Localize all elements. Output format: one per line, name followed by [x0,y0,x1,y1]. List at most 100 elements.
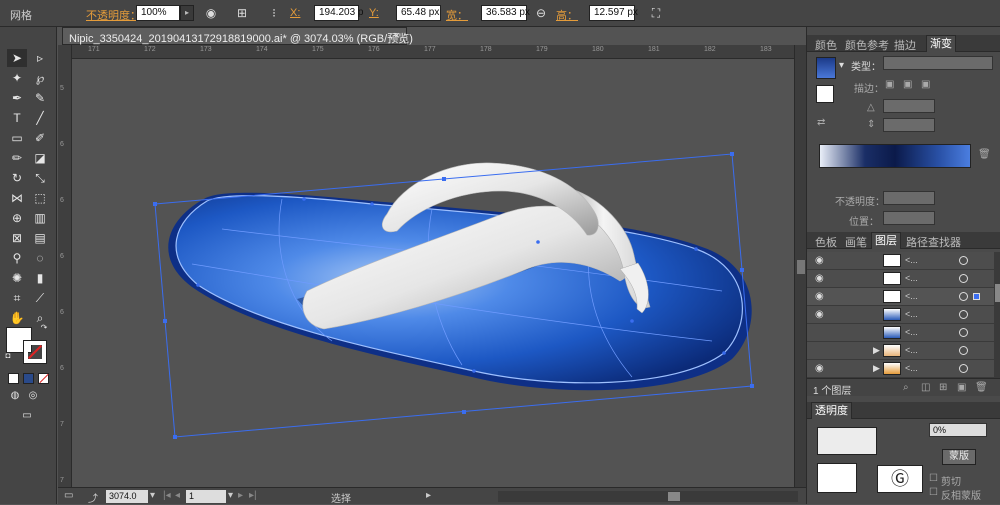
rectangle-tool-icon[interactable]: ▭ [7,129,27,147]
layer-row-selected[interactable]: ◉ <... [807,288,994,306]
clip-checkbox[interactable]: ☐ [929,473,938,484]
selection-tool-icon[interactable]: ➤ [7,49,27,67]
prev-artboard-icon[interactable]: ◂ [175,490,180,501]
tab-transparency[interactable]: 透明度 [811,402,852,419]
tab-color-guide[interactable]: 颜色参考 [845,37,889,53]
target-circle-icon[interactable] [959,364,968,373]
layers-scrollbar[interactable] [994,252,1000,378]
document-status-icon[interactable]: ▭ [64,490,73,501]
visibility-eye-icon[interactable]: ◉ [815,255,824,266]
gradient-tool-icon[interactable]: ▤ [30,229,50,247]
pencil-tool-icon[interactable]: ✏ [7,149,27,167]
expand-arrow-icon[interactable]: ▶ [873,345,880,356]
link-proportions-icon[interactable]: ⊖ [533,6,549,20]
delete-layer-icon[interactable]: 🗑 [975,382,988,393]
target-circle-icon[interactable] [959,274,968,283]
blend-tool-icon[interactable]: ◌ [30,249,50,267]
tab-layers[interactable]: 图层 [871,232,901,249]
target-circle-icon[interactable] [959,328,968,337]
stroke-along-icon[interactable]: ▣ [903,79,912,90]
opacity-dropdown[interactable]: ▸ [180,5,194,21]
target-circle-icon[interactable] [959,310,968,319]
vertical-scrollbar[interactable] [794,45,806,487]
paintbrush-tool-icon[interactable]: ✐ [30,129,50,147]
layers-scroll-thumb[interactable] [995,284,1000,302]
recolor-icon[interactable]: ◉ [203,6,219,20]
column-graph-tool-icon[interactable]: ▮ [30,269,50,287]
magic-wand-tool-icon[interactable]: ✦ [7,69,27,87]
target-circle-icon[interactable] [959,292,968,301]
layer-row[interactable]: ◉ <... [807,270,994,288]
horizontal-scroll-thumb[interactable] [668,492,680,501]
transform-icon[interactable]: ⛶ [648,6,664,20]
tab-gradient[interactable]: 渐变 [926,35,956,52]
x-input[interactable]: 194.203 p [314,5,364,21]
layer-row[interactable]: ◉ ▶ <... [807,360,994,378]
width-tool-icon[interactable]: ⋈ [7,189,27,207]
stroke-across-icon[interactable]: ▣ [921,79,930,90]
first-artboard-icon[interactable]: |◂ [163,490,171,501]
target-circle-icon[interactable] [959,346,968,355]
layer-row[interactable]: <... [807,324,994,342]
artboard-dropdown-icon[interactable]: ▾ [228,490,233,501]
color-mode-icon[interactable] [8,373,19,384]
layer-row[interactable]: ◉ <... [807,252,994,270]
locate-object-icon[interactable]: ⌕ [903,382,909,393]
document-tab[interactable]: Nipic_3350424_20190413172918819000.ai* @… [62,27,413,45]
gradient-swatch-dropdown-icon[interactable]: ▾ [839,60,844,71]
delete-stop-icon[interactable]: 🗑 [978,149,991,160]
rotate-tool-icon[interactable]: ↻ [7,169,27,187]
layer-row[interactable]: ◉ <... [807,306,994,324]
last-artboard-icon[interactable]: ▸| [249,490,257,501]
export-icon[interactable]: ⤴ [88,490,98,505]
zoom-field[interactable]: 3074.0 [106,490,148,503]
tab-stroke[interactable]: 描边 [894,37,916,53]
aspect-ratio-field[interactable] [883,118,935,132]
transparency-opacity-field[interactable]: 0% [929,423,987,437]
target-circle-icon[interactable] [959,256,968,265]
tab-pathfinder[interactable]: 路径查找器 [906,234,961,250]
make-mask-button[interactable]: 蒙版 [942,449,976,465]
eyedropper-tool-icon[interactable]: ⚲ [7,249,27,267]
chart-tool-icon[interactable]: ▥ [30,209,50,227]
w-input[interactable]: 36.583 px [481,5,530,21]
new-sublayer-icon[interactable]: ⊞ [939,382,947,393]
tab-color[interactable]: 颜色 [815,37,837,53]
type-tool-icon[interactable]: T [7,109,27,127]
align-grid-icon[interactable]: ⊞ [234,6,250,20]
mesh-tool-icon[interactable]: ⊠ [7,229,27,247]
make-clipping-mask-icon[interactable]: ◫ [921,382,930,393]
new-layer-icon[interactable]: ▣ [957,382,966,393]
horizontal-scrollbar[interactable] [498,491,798,502]
expand-arrow-icon[interactable]: ▶ [873,363,880,374]
fill-stroke-swatch[interactable] [816,85,834,103]
artboard-number-field[interactable]: 1 [186,490,226,503]
visibility-eye-icon[interactable]: ◉ [815,273,824,284]
draw-mode-icon[interactable]: ◍ [8,389,22,403]
reverse-gradient-icon[interactable]: ⇄ [817,117,825,128]
h-input[interactable]: 12.597 px [589,5,638,21]
next-artboard-icon[interactable]: ▸ [238,490,243,501]
swap-colors-icon[interactable]: ↷ [38,323,50,333]
close-tab-icon[interactable]: × [394,30,400,42]
scale-tool-icon[interactable]: ⤡ [30,169,50,187]
opacity-input[interactable]: 100% [136,5,180,21]
status-menu-icon[interactable]: ▸ [426,490,431,501]
visibility-eye-icon[interactable]: ◉ [815,309,824,320]
slice-tool-icon[interactable]: ⟋ [30,289,50,307]
screen-mode-icon[interactable]: ▭ [17,409,37,423]
shape-builder-tool-icon[interactable]: ⊕ [7,209,27,227]
stop-opacity-field[interactable] [883,191,935,205]
visibility-eye-icon[interactable]: ◉ [815,363,824,374]
y-input[interactable]: 65.48 px [396,5,441,21]
reference-point-icon[interactable]: ⁝ [266,6,282,20]
angle-field[interactable] [883,99,935,113]
free-transform-tool-icon[interactable]: ⬚ [30,189,50,207]
vertical-scroll-thumb[interactable] [797,260,805,274]
gradient-preview-swatch[interactable] [816,57,836,79]
eraser-tool-icon[interactable]: ◪ [30,149,50,167]
artboard-canvas[interactable] [72,59,794,487]
direct-selection-tool-icon[interactable]: ▹ [30,49,50,67]
none-mode-icon[interactable] [38,373,49,384]
symbol-sprayer-tool-icon[interactable]: ✺ [7,269,27,287]
